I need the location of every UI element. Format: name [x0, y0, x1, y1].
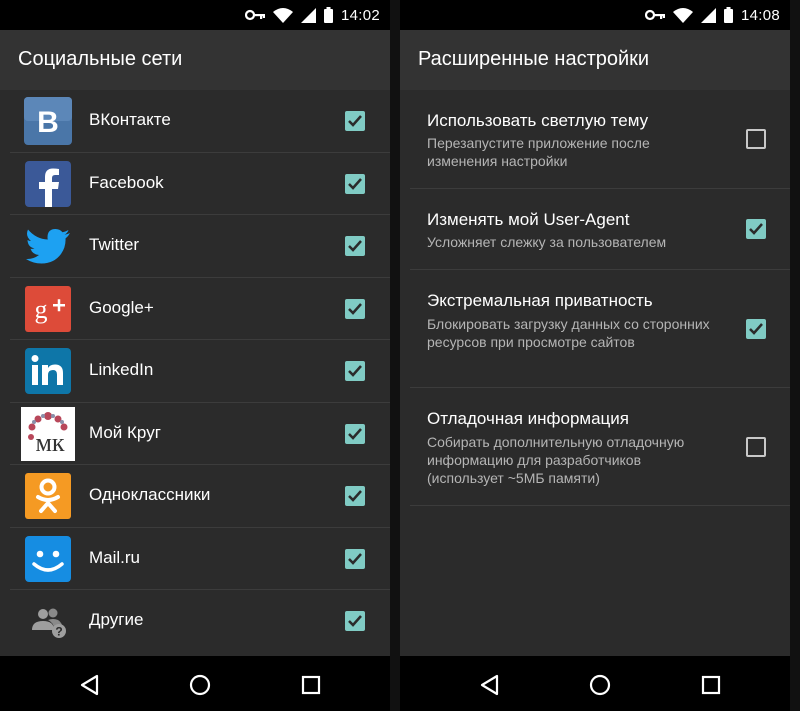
odnoklassniki-icon	[23, 471, 73, 521]
setting-title: Отладочная информация	[427, 409, 629, 428]
battery-icon	[723, 7, 733, 23]
network-checkbox[interactable]	[345, 611, 365, 631]
setting-user-agent[interactable]: Изменять мой User-Agent Усложняет слежку…	[410, 189, 790, 270]
twitter-icon	[23, 221, 73, 271]
settings-list: Использовать светлую тему Перезапустите …	[400, 90, 790, 656]
list-item-linkedin[interactable]: LinkedIn	[10, 340, 390, 403]
signal-icon	[700, 7, 716, 23]
setting-checkbox[interactable]	[746, 129, 766, 149]
svg-text:B: B	[37, 106, 59, 139]
page-title: Расширенные настройки	[418, 48, 650, 70]
setting-debug-info[interactable]: Отладочная информация Собирать дополните…	[410, 388, 790, 506]
list-item-twitter[interactable]: Twitter	[10, 215, 390, 278]
recents-icon[interactable]	[699, 673, 723, 697]
list-item-odnoklassniki[interactable]: Одноклассники	[10, 465, 390, 528]
list-item-moikrug[interactable]: мк Мой Круг	[10, 403, 390, 465]
wifi-icon	[672, 7, 693, 23]
network-checkbox[interactable]	[345, 423, 365, 444]
wifi-icon	[272, 7, 293, 23]
page-title: Социальные сети	[18, 48, 183, 70]
svg-text:мк: мк	[35, 428, 64, 457]
moikrug-icon: мк	[21, 406, 75, 461]
advanced-settings-screen: 14:08 Расширенные настройки Использовать…	[400, 0, 790, 711]
recents-icon[interactable]	[299, 673, 323, 697]
network-list: B ВКонтакте Facebook Twitter g Google+ L…	[0, 90, 390, 656]
linkedin-icon	[23, 346, 73, 396]
network-label: Twitter	[89, 235, 140, 254]
network-checkbox[interactable]	[345, 298, 365, 319]
home-icon[interactable]	[588, 673, 612, 697]
status-time: 14:02	[340, 6, 380, 24]
setting-title: Экстремальная приватность	[427, 291, 653, 310]
vkontakte-icon: B	[23, 96, 73, 146]
network-label: Одноклассники	[89, 485, 211, 504]
app-bar: Расширенные настройки	[400, 30, 790, 90]
list-item-google-plus[interactable]: g Google+	[10, 278, 390, 340]
setting-description: Собирать дополнительную отладочную инфор…	[427, 434, 685, 486]
network-checkbox[interactable]	[345, 236, 365, 256]
list-item-facebook[interactable]: Facebook	[10, 153, 390, 215]
network-checkbox[interactable]	[345, 486, 365, 506]
network-checkbox[interactable]	[345, 173, 365, 194]
battery-icon	[323, 7, 333, 23]
status-bar: 14:08	[400, 0, 790, 30]
network-label: Мой Круг	[89, 422, 161, 442]
setting-checkbox[interactable]	[746, 319, 766, 339]
svg-text:g: g	[35, 295, 48, 324]
setting-checkbox[interactable]	[746, 219, 766, 239]
setting-light-theme[interactable]: Использовать светлую тему Перезапустите …	[410, 90, 790, 189]
mailru-icon	[23, 534, 73, 584]
home-icon[interactable]	[188, 673, 212, 697]
setting-title: Использовать светлую тему	[427, 111, 649, 130]
social-networks-screen: 14:02 Социальные сети B ВКонтакте Facebo…	[0, 0, 390, 711]
setting-description: Блокировать загрузку данных со сторонних…	[427, 316, 710, 350]
network-label: Facebook	[89, 172, 164, 192]
network-label: Google+	[89, 297, 154, 317]
network-checkbox[interactable]	[345, 548, 365, 569]
google-plus-icon: g	[23, 284, 73, 334]
app-bar: Социальные сети	[0, 30, 390, 90]
svg-text:?: ?	[55, 625, 62, 639]
navigation-bar	[0, 656, 390, 711]
signal-icon	[300, 7, 316, 23]
setting-checkbox[interactable]	[746, 437, 766, 457]
vpn-key-icon	[644, 9, 665, 21]
setting-description: Усложняет слежку за пользователем	[427, 234, 667, 250]
network-label: Mail.ru	[89, 547, 141, 567]
network-label: LinkedIn	[89, 360, 154, 379]
network-label: Другие	[89, 610, 144, 629]
list-item-vkontakte[interactable]: B ВКонтакте	[10, 90, 390, 153]
list-item-others[interactable]: ? Другие	[10, 590, 390, 653]
back-icon[interactable]	[78, 673, 102, 697]
status-time: 14:08	[740, 6, 780, 24]
facebook-icon	[23, 159, 73, 209]
setting-extreme-privacy[interactable]: Экстремальная приватность Блокировать за…	[410, 270, 790, 388]
status-bar: 14:02	[0, 0, 390, 30]
network-checkbox[interactable]	[345, 361, 365, 381]
network-checkbox[interactable]	[345, 111, 365, 131]
navigation-bar	[400, 656, 790, 711]
network-label: ВКонтакте	[89, 110, 171, 129]
vpn-key-icon	[244, 9, 265, 21]
setting-description: Перезапустите приложение после изменения…	[427, 135, 650, 169]
back-icon[interactable]	[478, 673, 502, 697]
list-item-mailru[interactable]: Mail.ru	[10, 528, 390, 590]
setting-title: Изменять мой User-Agent	[427, 210, 630, 229]
others-icon: ?	[23, 596, 73, 646]
